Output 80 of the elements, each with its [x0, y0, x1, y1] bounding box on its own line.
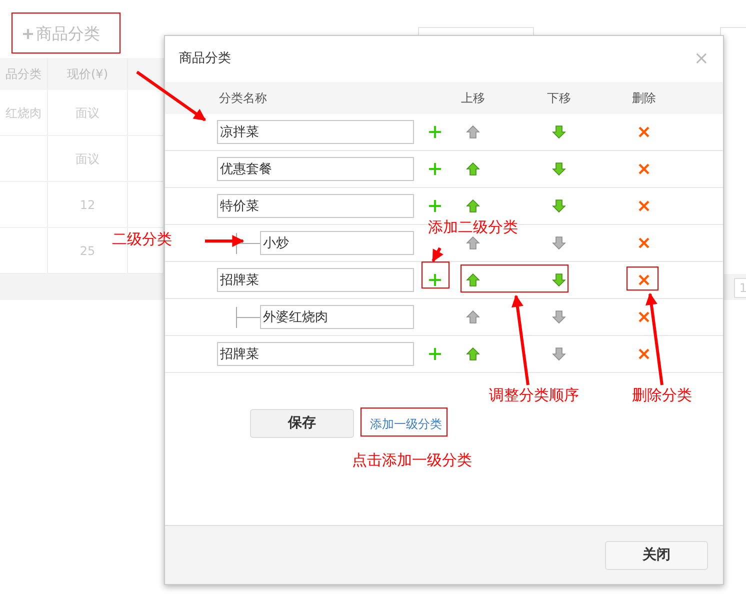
down-arrow-icon: [552, 236, 566, 250]
column-header: 现价(¥): [48, 58, 128, 90]
plus-icon: [429, 200, 441, 212]
move-down-button[interactable]: [552, 347, 566, 361]
annotation-label: 二级分类: [112, 232, 172, 247]
move-up-button[interactable]: [466, 199, 480, 213]
move-up-button[interactable]: [466, 236, 480, 250]
move-down-button[interactable]: [552, 162, 566, 176]
down-arrow-icon: [552, 162, 566, 176]
category-name-field[interactable]: 凉拌菜: [217, 120, 414, 144]
delete-button[interactable]: [638, 237, 650, 249]
plus-icon: [429, 348, 441, 360]
move-down-button[interactable]: [552, 273, 566, 287]
plus-icon: [429, 274, 441, 286]
up-arrow-icon: [466, 347, 480, 361]
down-arrow-icon: [552, 125, 566, 139]
annotation-frame: [422, 262, 450, 288]
delete-button[interactable]: [638, 274, 650, 286]
delete-icon: [638, 200, 650, 212]
plus-icon: [22, 28, 34, 40]
up-arrow-icon: [466, 162, 480, 176]
up-arrow-icon: [466, 273, 480, 287]
delete-button[interactable]: [638, 311, 650, 323]
category-name-field[interactable]: 特价菜: [217, 194, 414, 218]
save-button[interactable]: 保存: [250, 409, 354, 438]
category-name-field[interactable]: 优惠套餐: [217, 157, 414, 181]
annotation-frame: [626, 266, 658, 290]
move-down-button[interactable]: [552, 125, 566, 139]
column-header: 品分类: [0, 58, 48, 90]
delete-icon: [638, 311, 650, 323]
move-down-button[interactable]: [552, 236, 566, 250]
annotation-arrow: [205, 235, 244, 247]
add-top-level-link[interactable]: 添加一级分类: [370, 414, 442, 432]
add-subcategory-button[interactable]: [429, 126, 441, 138]
annotation-arrow: [136, 70, 206, 122]
annotation-label: 添加二级分类: [428, 220, 518, 235]
delete-icon: [638, 348, 650, 360]
plus-icon: [429, 163, 441, 175]
move-up-button[interactable]: [466, 347, 480, 361]
up-arrow-icon: [466, 125, 480, 139]
column-header: 下移: [547, 90, 571, 107]
up-arrow-icon: [466, 236, 480, 250]
column-header: 上移: [461, 90, 485, 107]
move-down-button[interactable]: [552, 199, 566, 213]
delete-icon: [638, 237, 650, 249]
delete-button[interactable]: [638, 348, 650, 360]
column-header: 分类名称: [218, 90, 267, 107]
move-down-button[interactable]: [552, 310, 566, 324]
delete-button[interactable]: [638, 163, 650, 175]
down-arrow-icon: [552, 347, 566, 361]
down-arrow-icon: [552, 273, 566, 287]
annotation-label: 调整分类顺序: [489, 388, 579, 403]
down-arrow-icon: [552, 310, 566, 324]
plus-icon: [429, 126, 441, 138]
move-up-button[interactable]: [466, 310, 480, 324]
up-arrow-icon: [466, 199, 480, 213]
delete-button[interactable]: [638, 200, 650, 212]
annotation-label: 删除分类: [632, 388, 692, 403]
down-arrow-icon: [552, 199, 566, 213]
category-name-field[interactable]: 招牌菜: [217, 268, 414, 292]
delete-button[interactable]: [638, 126, 650, 138]
add-subcategory-button[interactable]: [429, 274, 441, 286]
move-up-button[interactable]: [466, 273, 480, 287]
add-subcategory-button[interactable]: [429, 163, 441, 175]
category-name-field[interactable]: 招牌菜: [217, 342, 414, 366]
add-subcategory-button[interactable]: [429, 348, 441, 360]
add-subcategory-button[interactable]: [429, 200, 441, 212]
up-arrow-icon: [466, 310, 480, 324]
delete-icon: [638, 126, 650, 138]
close-dialog-button[interactable]: 关闭: [605, 540, 708, 570]
delete-icon: [638, 163, 650, 175]
delete-icon: [638, 274, 650, 286]
move-up-button[interactable]: [466, 125, 480, 139]
move-up-button[interactable]: [466, 162, 480, 176]
dialog-title: 商品分类: [179, 50, 231, 68]
annotation-arrow: [432, 247, 444, 262]
category-name-field[interactable]: 小炒: [260, 231, 414, 255]
category-name-field[interactable]: 外婆红烧肉: [260, 305, 414, 329]
annotation-label: 点击添加一级分类: [352, 453, 472, 468]
column-header: 删除: [632, 90, 656, 107]
